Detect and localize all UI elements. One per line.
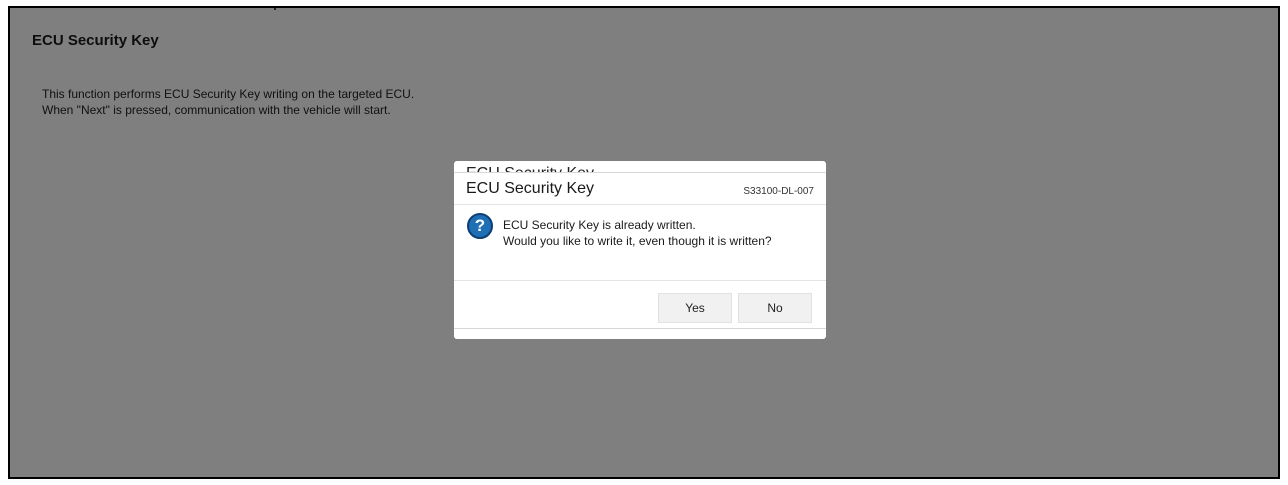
dialog-code: S33100-DL-007	[743, 186, 814, 197]
dialog-message: ECU Security Key is already written. Wou…	[503, 217, 772, 249]
confirm-dialog: ECU Security Key S33100-DL-007 ? ECU Sec…	[454, 172, 826, 329]
dialog-title: ECU Security Key	[466, 180, 595, 197]
screen-frame: ECU Security Key This function performs …	[8, 6, 1280, 479]
dialog-footer-divider	[454, 280, 826, 281]
message-line-1: ECU Security Key is already written.	[503, 218, 696, 232]
yes-button[interactable]: Yes	[658, 293, 732, 323]
no-button[interactable]: No	[738, 293, 812, 323]
dialog-header-divider	[454, 204, 826, 205]
message-line-2: Would you like to write it, even though …	[503, 234, 772, 248]
question-icon: ?	[467, 213, 493, 239]
